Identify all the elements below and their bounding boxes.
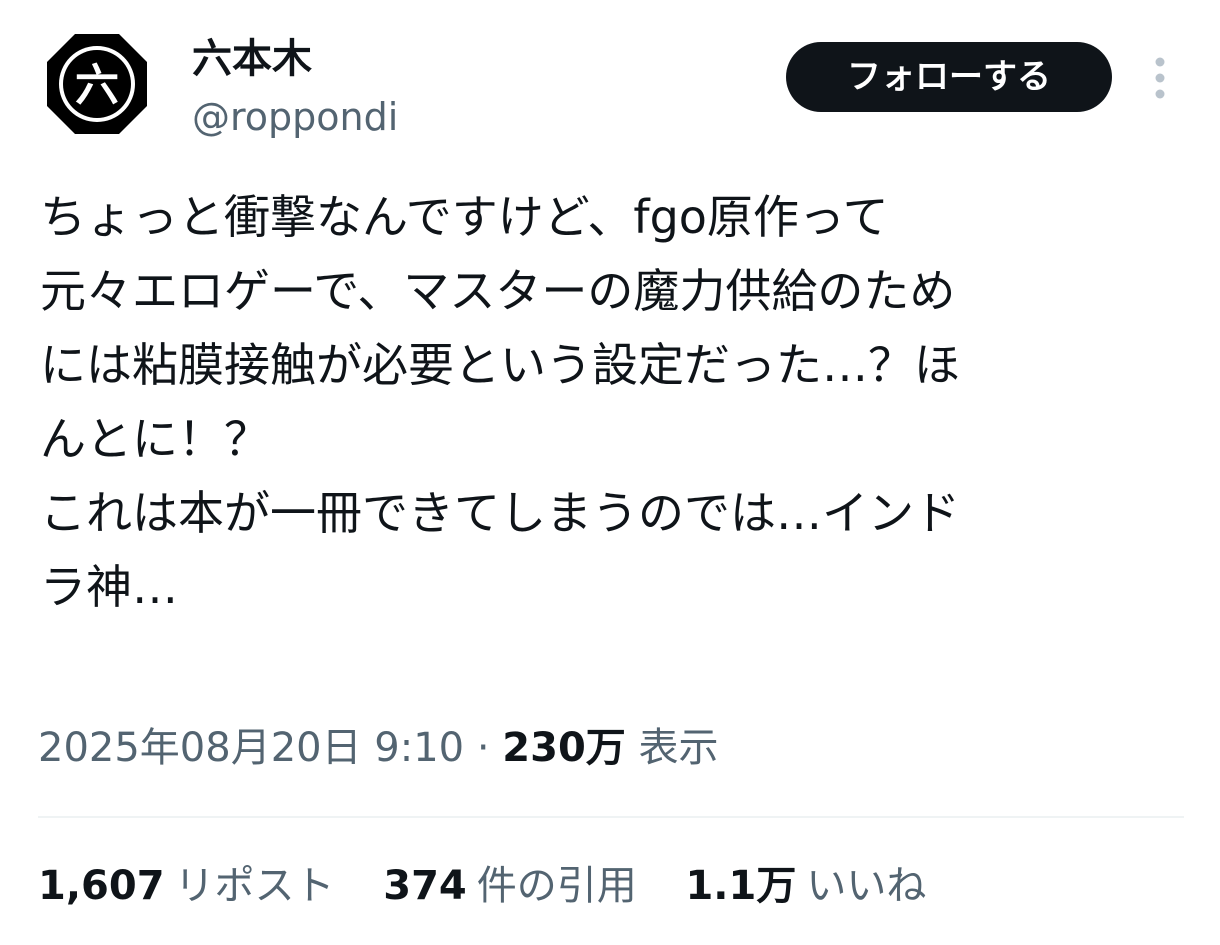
avatar[interactable]: 六 (45, 32, 149, 136)
engagement-stats: 1,607 リポスト 374 件の引用 1.1万 いいね (38, 854, 962, 918)
likes-count: 1.1万 (685, 863, 797, 909)
divider (38, 816, 1184, 818)
reposts-count: 1,607 (38, 863, 165, 909)
quotes-stat[interactable]: 374 件の引用 (383, 854, 637, 918)
meta-separator: · (476, 725, 490, 771)
tweet-line: ラ神… (40, 560, 178, 614)
tweet-line: これは本が一冊できてしまうのでは…インド (40, 486, 960, 540)
vertical-dots-icon (1155, 57, 1165, 99)
timestamp[interactable]: 2025年08月20日 9:10 (38, 725, 464, 771)
views-count: 230万 (502, 725, 626, 771)
tweet-text: ちょっと衝撃なんですけど、fgo原作って 元々エロゲーで、マスターの魔力供給のた… (40, 180, 1190, 624)
tweet-line: ちょっと衝撃なんですけど、fgo原作って (40, 190, 889, 244)
follow-button[interactable]: フォローする (786, 42, 1112, 112)
avatar-glyph: 六 (75, 60, 119, 111)
quotes-label: 件の引用 (476, 863, 637, 909)
more-options-button[interactable] (1140, 52, 1180, 104)
likes-stat[interactable]: 1.1万 いいね (685, 854, 926, 918)
tweet-line: んとに！？ (40, 412, 270, 466)
views-label: 表示 (638, 725, 719, 771)
likes-label: いいね (806, 863, 927, 909)
quotes-count: 374 (383, 863, 467, 909)
reposts-stat[interactable]: 1,607 リポスト (38, 854, 335, 918)
display-name[interactable]: 六本木 (192, 32, 312, 86)
tweet-line: には粘膜接触が必要という設定だった…？ほ (40, 338, 960, 392)
tweet-meta: 2025年08月20日 9:10 · 230万 表示 (38, 716, 719, 780)
reposts-label: リポスト (174, 863, 335, 909)
user-handle[interactable]: @roppondi (192, 92, 398, 142)
tweet-line: 元々エロゲーで、マスターの魔力供給のため (40, 264, 956, 318)
